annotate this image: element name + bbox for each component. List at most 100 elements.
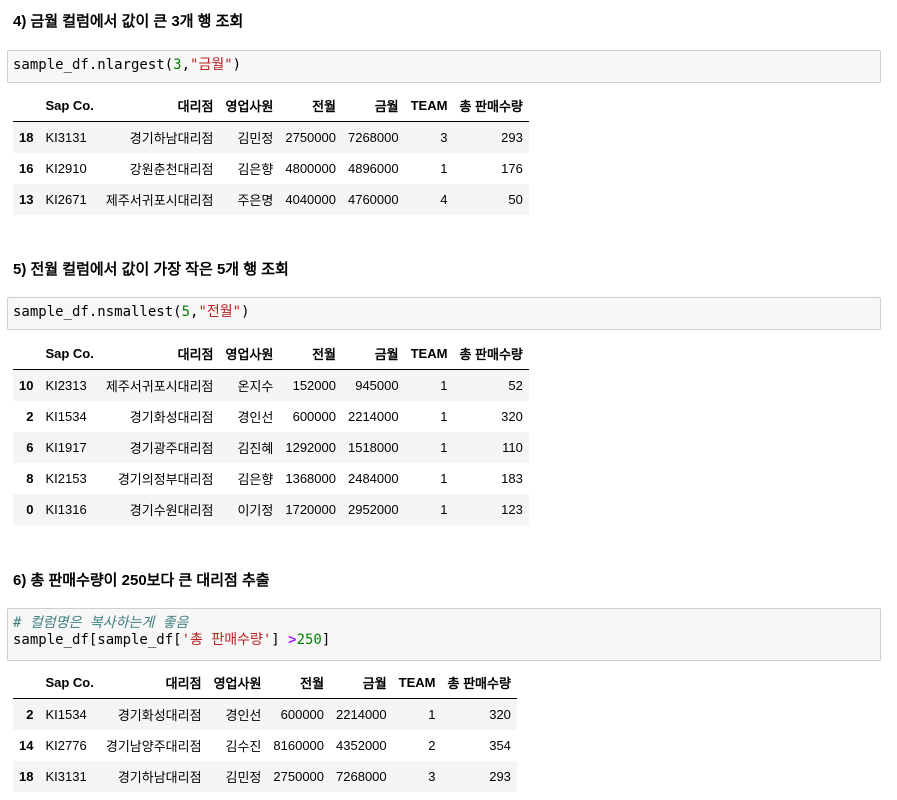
table-cell: 4760000 [347,192,399,207]
section-5-heading: 5) 전월 컬럼에서 값이 가장 작은 5개 행 조회 [13,261,289,278]
table-cell: 경기화성대리점 [117,708,202,723]
column-header: 전월 [279,337,342,370]
code-text: ] [321,632,331,648]
row-index: 6 [26,440,34,455]
column-header: 금월 [341,337,405,370]
code-operator: > [288,632,297,648]
row-index: 18 [19,769,34,784]
column-header: 대리점 [99,337,220,370]
table-cell: 온지수 [237,379,274,394]
table-cell: KI1534 [45,707,87,722]
table-cell: 4800000 [285,161,336,176]
code-number: 5 [181,304,191,320]
table-cell: 3 [440,130,448,145]
table-cell: 293 [489,769,511,784]
code-text: , [181,57,191,73]
table-cell: 2952000 [347,502,399,517]
table-row: 13 KI2671 제주서귀포시대리점 주은명 4040000 4760000 4 50 [13,184,529,215]
table-cell: KI3131 [45,769,87,784]
table-cell: 50 [508,192,523,207]
table-cell: 경기남양주대리점 [105,739,202,754]
code-comment: # 컬럼명은 복사하는게 좋음 [13,615,189,631]
table-row: 16 KI2910 강원춘천대리점 김은향 4800000 4896000 1 176 [13,153,529,184]
index-header [13,666,40,699]
code-text: sample_df.nlargest( [13,57,174,73]
column-header: 금월 [330,666,393,699]
table-cell: 945000 [355,378,399,393]
table-cell: 김은향 [237,472,274,487]
code-text: sample_df[sample_df[ [13,632,182,648]
table-cell: 1518000 [347,440,399,455]
table-cell: 경인선 [225,708,262,723]
code-text: sample_df.nsmallest( [13,304,182,320]
table-cell: 152000 [292,378,336,393]
table-row: 18 KI3131 경기하남대리점 김민정 2750000 7268000 3 293 [13,761,517,792]
table-cell: 1 [440,378,448,393]
code-string: '총 판매수량' [181,632,272,648]
row-index: 0 [26,502,34,517]
table-cell: 4 [440,192,448,207]
column-header: 총 판매수량 [441,666,517,699]
table-cell: 7268000 [347,130,399,145]
table-cell: 1720000 [285,502,336,517]
row-index: 18 [19,130,34,145]
table-cell: 293 [501,130,523,145]
table-cell: 1 [440,409,448,424]
table-cell: 123 [501,502,523,517]
table-row: 14 KI2776 경기남양주대리점 김수진 8160000 4352000 2 354 [13,730,517,761]
table-row: 2 KI1534 경기화성대리점 경인선 600000 2214000 1 320 [13,401,529,432]
column-header: 영업사원 [219,337,280,370]
table-cell: 2214000 [347,409,399,424]
table-cell: 52 [508,378,523,393]
code-number: 250 [296,632,322,648]
column-header: Sap Co. [39,337,100,370]
index-header [13,89,40,122]
table-row: 18 KI3131 경기하남대리점 김민정 2750000 7268000 3 293 [13,121,529,153]
section-6-heading: 6) 총 판매수량이 250보다 큰 대리점 추출 [13,572,270,589]
table-row: 8 KI2153 경기의정부대리점 김은향 1368000 2484000 1 183 [13,463,529,494]
row-index: 2 [26,409,34,424]
table-cell: 1 [440,440,448,455]
table-cell: 320 [489,707,511,722]
table-cell: 경기의정부대리점 [117,472,214,487]
row-index: 2 [26,707,34,722]
row-index: 14 [19,738,34,753]
table-cell: 김수진 [225,739,262,754]
table-cell: 2214000 [336,707,387,722]
code-cell-4[interactable]: sample_df.nlargest(3,"금월") [7,50,881,83]
column-header: 전월 [279,89,342,122]
table-cell: 제주서귀포시대리점 [105,379,214,394]
table-cell: KI1917 [45,440,87,455]
table-cell: KI1316 [45,502,87,517]
table-cell: KI2313 [45,378,87,393]
table-cell: 1 [440,161,448,176]
section-4-heading: 4) 금월 컬럼에서 값이 큰 3개 행 조회 [13,13,244,30]
table-row: 2 KI1534 경기화성대리점 경인선 600000 2214000 1 320 [13,698,517,730]
dataframe-table-5: Sap Co. 대리점 영업사원 전월 금월 TEAM 총 판매수량 10 KI2313 제주서귀… [13,337,529,525]
code-text: ] [271,632,289,648]
column-header: 전월 [267,666,331,699]
table-cell: 7268000 [336,769,387,784]
table-cell: 김민정 [237,131,274,146]
table-cell: 183 [501,471,523,486]
column-header: Sap Co. [39,666,100,699]
column-header: TEAM [392,666,442,699]
table-cell: KI2671 [45,192,87,207]
table-row: 6 KI1917 경기광주대리점 김진혜 1292000 1518000 1 110 [13,432,529,463]
code-cell-5[interactable]: sample_df.nsmallest(5,"전월") [7,297,881,330]
code-cell-6[interactable]: # 컬럼명은 복사하는게 좋음 sample_df[sample_df['총 판… [7,608,881,661]
dataframe-table-6: Sap Co. 대리점 영업사원 전월 금월 TEAM 총 판매수량 2 KI1534 경기화성대… [13,666,517,792]
table-cell: KI2910 [45,161,87,176]
table-cell: 강원춘천대리점 [129,162,214,177]
row-index: 13 [19,192,34,207]
column-header: 영업사원 [207,666,268,699]
table-cell: 김민정 [225,770,262,785]
row-index: 10 [19,378,34,393]
table-cell: 2484000 [347,471,399,486]
table-row: 0 KI1316 경기수원대리점 이기정 1720000 2952000 1 123 [13,494,529,525]
column-header: 총 판매수량 [453,337,529,370]
table-cell: 600000 [280,707,325,722]
code-number: 3 [173,57,182,73]
table-cell: 이기정 [237,503,274,518]
column-header: TEAM [404,337,454,370]
